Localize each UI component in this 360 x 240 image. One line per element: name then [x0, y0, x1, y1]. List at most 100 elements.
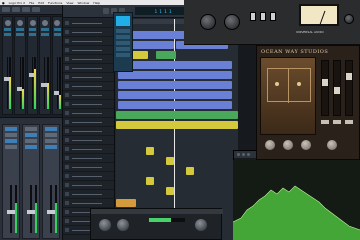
track-header[interactable] — [63, 154, 114, 163]
console-button[interactable] — [25, 139, 37, 143]
console-button[interactable] — [45, 133, 57, 137]
region[interactable] — [116, 111, 238, 119]
region[interactable] — [118, 71, 232, 79]
menu-edit[interactable]: Edit — [38, 1, 44, 5]
menu-file[interactable]: File — [29, 1, 34, 5]
region[interactable] — [146, 147, 154, 155]
track-header[interactable] — [63, 64, 114, 73]
apple-menu-icon[interactable]: ● — [2, 1, 5, 5]
region[interactable] — [156, 51, 176, 59]
track-header[interactable] — [63, 55, 114, 64]
region[interactable] — [116, 199, 136, 207]
plugin-row[interactable] — [116, 53, 130, 57]
pan-knob[interactable] — [29, 20, 36, 26]
mixer-toolbar-button[interactable] — [32, 7, 40, 12]
plugin-row[interactable] — [116, 29, 130, 33]
plugin-row[interactable] — [116, 47, 130, 51]
mic-position[interactable] — [297, 82, 301, 86]
rewind-button[interactable] — [103, 8, 109, 14]
region[interactable] — [186, 167, 194, 175]
console-button[interactable] — [5, 133, 17, 137]
console-button[interactable] — [25, 133, 37, 137]
attack-knob[interactable] — [344, 14, 354, 24]
insert-slot[interactable] — [53, 28, 62, 31]
region[interactable] — [118, 101, 232, 109]
track-header[interactable] — [63, 37, 114, 46]
output-knob[interactable] — [224, 14, 240, 30]
track-header[interactable] — [63, 100, 114, 109]
insert-slot[interactable] — [16, 33, 24, 36]
mixer-toolbar-button[interactable] — [22, 7, 30, 12]
ocean-button[interactable] — [345, 120, 353, 124]
insert-slot[interactable] — [41, 28, 49, 31]
ratio-switch[interactable] — [250, 12, 256, 21]
insert-slot[interactable] — [4, 28, 12, 31]
plugin-knob[interactable] — [117, 219, 129, 231]
track-header[interactable] — [63, 28, 114, 37]
close-icon[interactable] — [237, 153, 240, 156]
region[interactable] — [166, 187, 174, 195]
track-header[interactable] — [63, 181, 114, 190]
region[interactable] — [118, 61, 232, 69]
console-button[interactable] — [45, 145, 57, 149]
track-header[interactable] — [63, 127, 114, 136]
track-header[interactable] — [63, 163, 114, 172]
pan-knob[interactable] — [4, 20, 11, 26]
track-header[interactable] — [63, 145, 114, 154]
track-header[interactable] — [63, 199, 114, 208]
menu-help[interactable]: Help — [93, 1, 100, 5]
insert-slot[interactable] — [4, 33, 12, 36]
track-header[interactable] — [63, 91, 114, 100]
region[interactable] — [118, 81, 232, 89]
track-header[interactable] — [63, 19, 114, 28]
track-header[interactable] — [63, 136, 114, 145]
menu-view[interactable]: View — [66, 1, 73, 5]
pan-knob[interactable] — [54, 20, 61, 26]
ratio-switch[interactable] — [260, 12, 266, 21]
mixer-toolbar-button[interactable] — [12, 7, 20, 12]
mix-knob[interactable] — [265, 140, 275, 150]
output-knob[interactable] — [327, 140, 337, 150]
menu-window[interactable]: Window — [78, 1, 90, 5]
console-button[interactable] — [5, 139, 17, 143]
zoom-icon[interactable] — [247, 153, 250, 156]
track-header[interactable] — [63, 118, 114, 127]
console-button[interactable] — [45, 139, 57, 143]
menu-functions[interactable]: Functions — [48, 1, 62, 5]
region[interactable] — [146, 177, 154, 185]
eq-knob[interactable] — [301, 140, 311, 150]
eq-knob[interactable] — [283, 140, 293, 150]
minimize-icon[interactable] — [242, 153, 245, 156]
fader-cap[interactable] — [334, 87, 340, 94]
track-header[interactable] — [63, 172, 114, 181]
menu-app[interactable]: Logic Pro X — [9, 1, 26, 5]
insert-slot[interactable] — [16, 28, 24, 31]
region[interactable] — [116, 121, 238, 129]
plugin-knob[interactable] — [195, 219, 207, 231]
insert-slot[interactable] — [53, 33, 62, 36]
pan-knob[interactable] — [17, 20, 24, 26]
console-button[interactable] — [25, 145, 37, 149]
mic-position[interactable] — [275, 82, 279, 86]
track-header[interactable] — [63, 73, 114, 82]
track-header[interactable] — [63, 190, 114, 199]
console-button[interactable] — [5, 127, 17, 131]
pan-knob[interactable] — [41, 20, 48, 26]
plugin-row[interactable] — [116, 41, 130, 45]
console-button[interactable] — [25, 127, 37, 131]
ocean-button[interactable] — [321, 120, 329, 124]
console-button[interactable] — [45, 127, 57, 131]
mixer-toolbar-button[interactable] — [2, 7, 10, 12]
plugin-row[interactable] — [116, 35, 130, 39]
fader-cap[interactable] — [346, 73, 352, 80]
track-header[interactable] — [63, 82, 114, 91]
insert-slot[interactable] — [28, 33, 37, 36]
region[interactable] — [166, 157, 174, 165]
region[interactable] — [118, 91, 232, 99]
fader-cap[interactable] — [322, 79, 328, 86]
meter-switch[interactable] — [270, 12, 276, 21]
ocean-button[interactable] — [333, 120, 341, 124]
insert-slot[interactable] — [28, 28, 37, 31]
insert-slot[interactable] — [41, 33, 49, 36]
track-header[interactable] — [63, 109, 114, 118]
